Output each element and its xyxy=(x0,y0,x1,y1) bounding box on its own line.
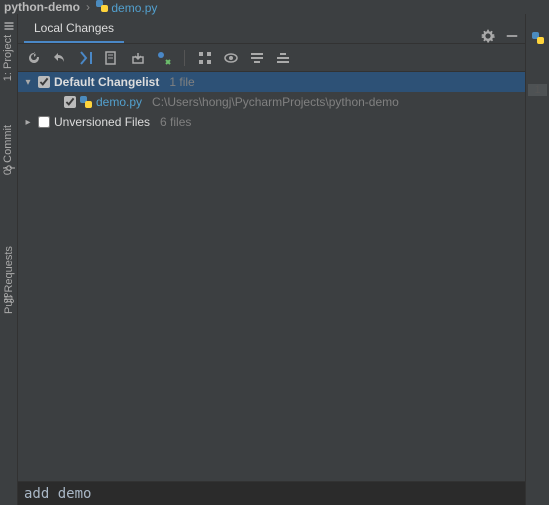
python-icon xyxy=(80,96,92,108)
diff-icon[interactable] xyxy=(78,50,94,66)
refresh-icon[interactable] xyxy=(26,50,42,66)
shelve-icon[interactable] xyxy=(130,50,146,66)
version-control-tabbar: Local Changes xyxy=(18,14,525,44)
python-icon xyxy=(96,0,108,12)
refresh-status-icon[interactable] xyxy=(156,50,172,66)
editor-line-number: 1 xyxy=(528,84,546,96)
breadcrumb-file-label: demo.py xyxy=(111,1,157,15)
sidebar-commit[interactable]: 0: Commit xyxy=(3,125,15,175)
tab-local-changes[interactable]: Local Changes xyxy=(24,17,124,43)
collapse-icon[interactable] xyxy=(275,50,291,66)
commit-message-box xyxy=(18,481,525,505)
rollback-icon[interactable] xyxy=(52,50,68,66)
changed-file-path: C:\Users\hongj\PycharmProjects\python-de… xyxy=(152,95,399,109)
sidebar-project[interactable]: 1: Project xyxy=(3,35,15,81)
breadcrumb-project[interactable]: python-demo xyxy=(4,0,80,14)
changelist-count: 1 file xyxy=(169,75,194,89)
changed-file-row[interactable]: demo.py C:\Users\hongj\PycharmProjects\p… xyxy=(18,92,525,112)
chevron-right-icon[interactable]: ▸ xyxy=(22,117,34,128)
breadcrumb-file[interactable]: demo.py xyxy=(96,0,157,15)
changed-file-name: demo.py xyxy=(96,95,142,109)
file-checkbox[interactable] xyxy=(64,96,76,108)
show-icon[interactable] xyxy=(223,50,239,66)
expand-icon[interactable] xyxy=(249,50,265,66)
python-icon[interactable] xyxy=(532,32,544,44)
breadcrumb-separator: › xyxy=(86,0,90,14)
unversioned-checkbox[interactable] xyxy=(38,116,50,128)
changelist-checkbox[interactable] xyxy=(38,76,50,88)
gear-icon[interactable] xyxy=(481,29,495,43)
right-tool-strip: 1 xyxy=(525,14,549,505)
minimize-icon[interactable] xyxy=(505,29,519,43)
left-tool-strip: 1: Project 0: Commit Pull Requests xyxy=(0,14,18,505)
commit-message-input[interactable] xyxy=(18,482,525,505)
unversioned-row[interactable]: ▸ Unversioned Files 6 files xyxy=(18,112,525,132)
changelist-name: Default Changelist xyxy=(54,75,159,89)
changes-tree[interactable]: ▾ Default Changelist 1 file demo.py C:\U… xyxy=(18,72,525,481)
project-tool-icon[interactable] xyxy=(3,20,15,32)
chevron-down-icon[interactable]: ▾ xyxy=(22,77,34,88)
unversioned-count: 6 files xyxy=(160,115,191,129)
changelist-icon[interactable] xyxy=(104,50,120,66)
changelist-row[interactable]: ▾ Default Changelist 1 file xyxy=(18,72,525,92)
changes-toolbar xyxy=(18,44,525,72)
unversioned-label: Unversioned Files xyxy=(54,115,150,129)
group-by-icon[interactable] xyxy=(197,50,213,66)
sidebar-pull-requests[interactable]: Pull Requests xyxy=(3,246,15,314)
breadcrumb: python-demo › demo.py xyxy=(0,0,549,14)
